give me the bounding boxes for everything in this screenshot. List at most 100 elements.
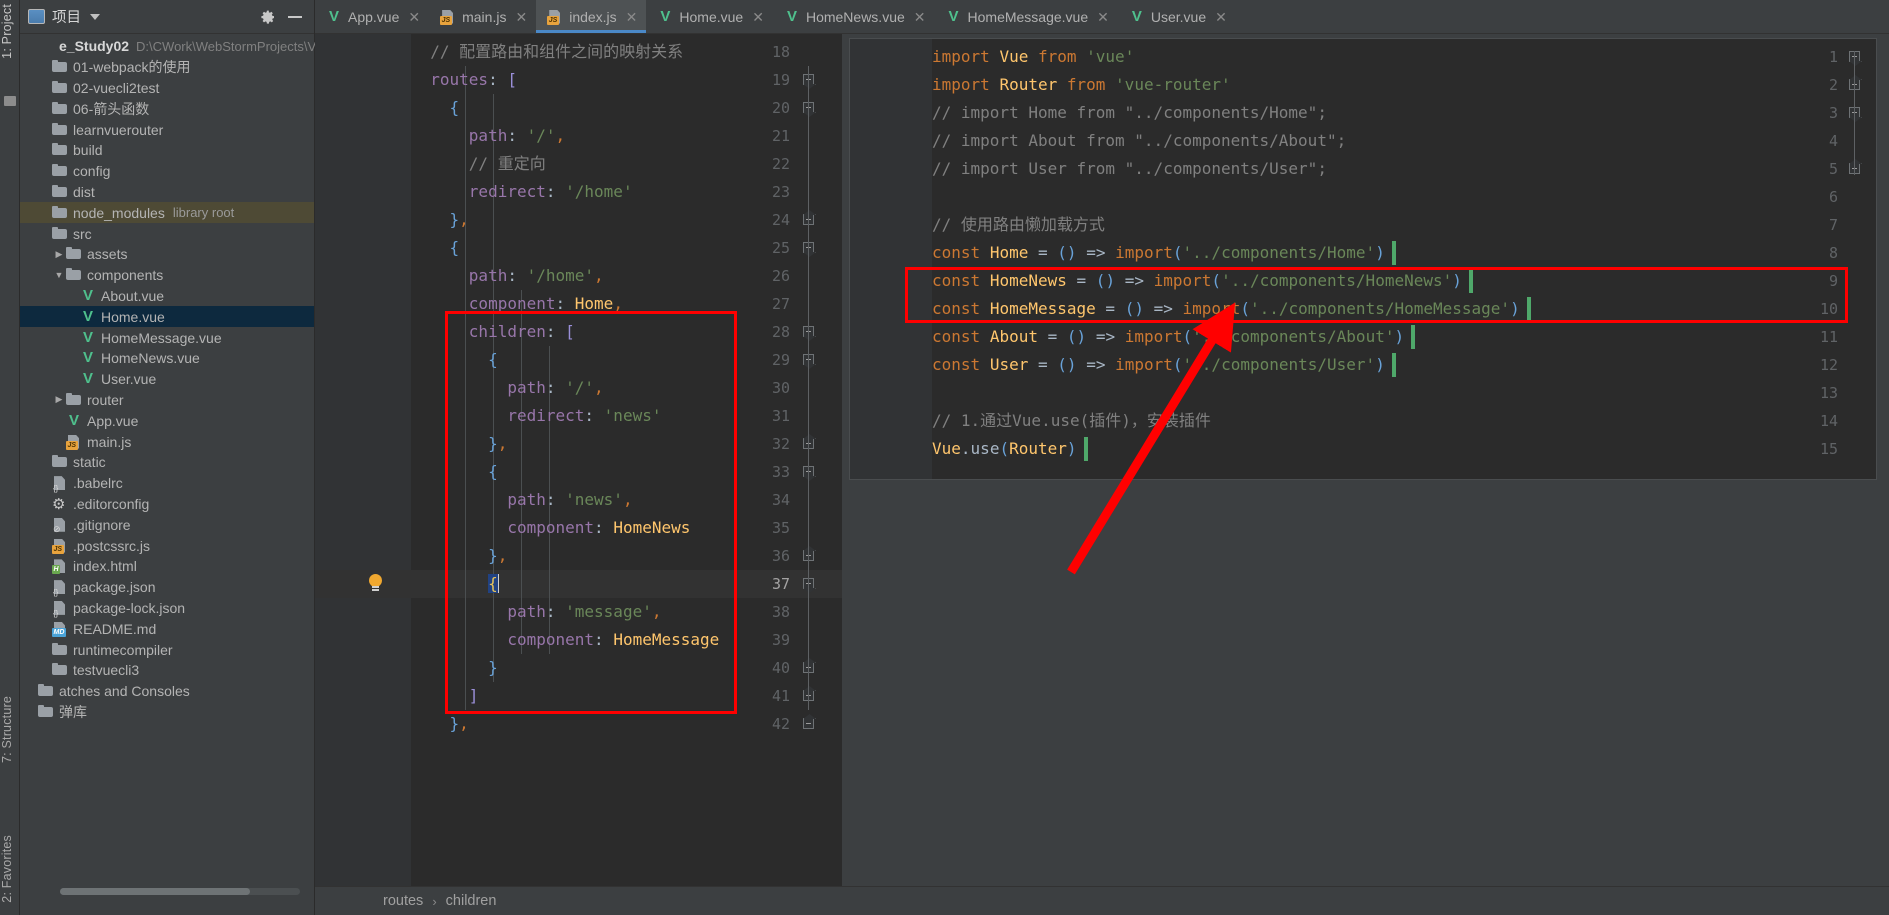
tree-item--babelrc[interactable]: .babelrc — [20, 473, 314, 494]
close-icon[interactable]: ✕ — [1097, 10, 1109, 24]
right-code-content[interactable]: import Vue from 'vue' import Router from … — [932, 39, 1876, 479]
code-line[interactable]: // 配置路由和组件之间的映射关系 — [411, 38, 683, 66]
editor-pane-left[interactable]: // 配置路由和组件之间的映射关系 routes: [ { path: '/',… — [315, 34, 843, 886]
code-line[interactable]: component: Home, — [411, 290, 623, 318]
tree-item-node-modules[interactable]: node_modules library root — [20, 202, 314, 224]
tree-item-02-vuecli2test[interactable]: 02-vuecli2test — [20, 78, 314, 99]
code-line[interactable]: const HomeMessage = () => import('../com… — [932, 295, 1520, 323]
editor-tab-bar[interactable]: V App.vue ✕ JS main.js ✕ JS index.js ✕ V Home.vue ✕… — [315, 0, 1889, 34]
tree-item-about-vue[interactable]: V About.vue — [20, 286, 314, 307]
intention-bulb-icon[interactable] — [367, 574, 385, 594]
tree-item-e-study02[interactable]: e_Study02 D:\CWork\WebStormProjects\Vue_S… — [20, 36, 357, 57]
tree-item-home-vue[interactable]: V Home.vue — [20, 306, 314, 328]
code-line[interactable]: { — [411, 94, 460, 122]
code-line[interactable]: // 1.通过Vue.use(插件)，安装插件 — [932, 407, 1211, 435]
gear-icon[interactable] — [260, 9, 276, 25]
close-icon[interactable]: ✕ — [626, 10, 638, 24]
code-line[interactable]: path: 'message', — [411, 598, 661, 626]
tree-item-index-html[interactable]: Hindex.html — [20, 556, 314, 577]
chevron-right-icon[interactable]: ▶ — [52, 249, 66, 260]
tree-item-atches-and-consoles[interactable]: atches and Consoles — [20, 681, 314, 702]
code-line[interactable]: Vue.use(Router) — [932, 435, 1077, 463]
code-line[interactable]: } — [411, 654, 498, 682]
tree-item-dist[interactable]: dist — [20, 182, 314, 203]
tree-item-app-vue[interactable]: V App.vue — [20, 410, 314, 431]
code-line[interactable]: { — [411, 234, 460, 262]
editor-tab-main-js[interactable]: JS main.js ✕ — [429, 0, 536, 33]
code-line[interactable]: const About = () => import('../component… — [932, 323, 1404, 351]
tree-item-main-js[interactable]: JS main.js — [20, 431, 314, 452]
tool-tab-favorites[interactable]: 2: Favorites — [0, 833, 20, 905]
code-line[interactable]: const HomeNews = () => import('../compon… — [932, 267, 1462, 295]
code-line[interactable]: ] — [411, 682, 479, 710]
editor-tab-user-vue[interactable]: V User.vue ✕ — [1118, 0, 1236, 33]
close-icon[interactable]: ✕ — [1215, 10, 1227, 24]
code-line[interactable]: redirect: 'news' — [411, 402, 661, 430]
code-line[interactable]: path: '/home', — [411, 262, 604, 290]
code-line[interactable]: // 使用路由懒加载方式 — [932, 211, 1105, 239]
editor-tab-index-js[interactable]: JS index.js ✕ — [536, 0, 647, 33]
project-file-tree[interactable]: e_Study02 D:\CWork\WebStormProjects\Vue_S… — [20, 34, 357, 723]
editor-tab-homenews-vue[interactable]: V HomeNews.vue ✕ — [773, 0, 935, 33]
code-line[interactable]: const User = () => import('../components… — [932, 351, 1385, 379]
minimize-icon[interactable] — [288, 15, 302, 18]
tree-item--editorconfig[interactable]: .editorconfig — [20, 494, 314, 515]
tree-item-homemessage-vue[interactable]: V HomeMessage.vue — [20, 327, 314, 348]
close-icon[interactable]: ✕ — [515, 10, 527, 24]
code-line[interactable]: component: HomeMessage — [411, 626, 719, 654]
tree-item-user-vue[interactable]: V User.vue — [20, 369, 314, 390]
code-line[interactable]: { — [411, 346, 498, 374]
code-line[interactable]: }, — [411, 430, 507, 458]
tree-item-router[interactable]: ▶ router — [20, 390, 314, 411]
tree-item-package-json[interactable]: package.json — [20, 577, 314, 598]
tree-item--postcssrc-js[interactable]: JS .postcssrc.js — [20, 535, 314, 556]
tree-item-package-lock-json[interactable]: package-lock.json — [20, 598, 314, 619]
code-line[interactable]: // import About from "../components/Abou… — [932, 127, 1346, 155]
code-line[interactable]: path: '/', — [411, 122, 565, 150]
tool-tab-structure[interactable]: 7: Structure — [0, 694, 20, 765]
tree-item-06-[interactable]: 06-箭头函数 — [20, 98, 314, 119]
tree-item-components[interactable]: ▼ components — [20, 265, 314, 286]
tree-item--[interactable]: 弹库 — [20, 702, 314, 723]
tool-tab-project[interactable]: 1: Project — [0, 2, 20, 61]
code-line[interactable]: const Home = () => import('../components… — [932, 239, 1385, 267]
chevron-down-icon[interactable]: ▼ — [52, 270, 66, 280]
close-icon[interactable]: ✕ — [752, 10, 764, 24]
breadcrumb-item-routes[interactable]: routes — [383, 893, 423, 909]
tree-item-testvuecli3[interactable]: testvuecli3 — [20, 660, 314, 681]
tree-item-readme-md[interactable]: MD README.md — [20, 618, 314, 639]
tree-item-homenews-vue[interactable]: V HomeNews.vue — [20, 348, 314, 369]
close-icon[interactable]: ✕ — [914, 10, 926, 24]
code-line[interactable]: // import User from "../components/User"… — [932, 155, 1327, 183]
code-line[interactable]: import Vue from 'vue' — [932, 43, 1134, 71]
breadcrumb[interactable]: routes › children — [315, 886, 1889, 915]
code-line[interactable]: path: '/', — [411, 374, 603, 402]
right-editor-box[interactable]: import Vue from 'vue' import Router from … — [849, 38, 1877, 480]
editor-tab-app-vue[interactable]: V App.vue ✕ — [315, 0, 429, 33]
code-line[interactable]: component: HomeNews — [411, 514, 690, 542]
editor-tab-home-vue[interactable]: V Home.vue ✕ — [646, 0, 773, 33]
editor-tab-homemessage-vue[interactable]: V HomeMessage.vue ✕ — [935, 0, 1118, 33]
code-line[interactable]: { — [411, 570, 500, 598]
code-line[interactable]: routes: [ — [411, 66, 517, 94]
code-line[interactable]: }, — [411, 206, 469, 234]
code-line[interactable]: // import Home from "../components/Home"… — [932, 99, 1327, 127]
tree-item-static[interactable]: static — [20, 452, 314, 473]
tree-item-assets[interactable]: ▶ assets — [20, 244, 314, 265]
tree-item-learnvuerouter[interactable]: learnvuerouter — [20, 119, 314, 140]
code-line[interactable]: redirect: '/home' — [411, 178, 633, 206]
tree-item-runtimecompiler[interactable]: runtimecompiler — [20, 639, 314, 660]
code-line[interactable]: { — [411, 458, 498, 486]
code-line[interactable]: // 重定向 — [411, 150, 546, 178]
code-line[interactable]: import Router from 'vue-router' — [932, 71, 1231, 99]
code-line[interactable]: }, — [411, 542, 507, 570]
code-fold-toggle[interactable] — [803, 718, 814, 729]
code-line[interactable]: path: 'news', — [411, 486, 632, 514]
tree-item-01-webpack-[interactable]: 01-webpack的使用 — [20, 57, 314, 78]
code-line[interactable]: }, — [411, 710, 469, 738]
tree-item-src[interactable]: src — [20, 223, 314, 244]
chevron-down-icon[interactable] — [90, 13, 100, 20]
tree-item-config[interactable]: config — [20, 161, 314, 182]
project-horizontal-scrollbar[interactable] — [60, 888, 300, 895]
editor-pane-right[interactable]: import Vue from 'vue' import Router from … — [843, 34, 1889, 886]
